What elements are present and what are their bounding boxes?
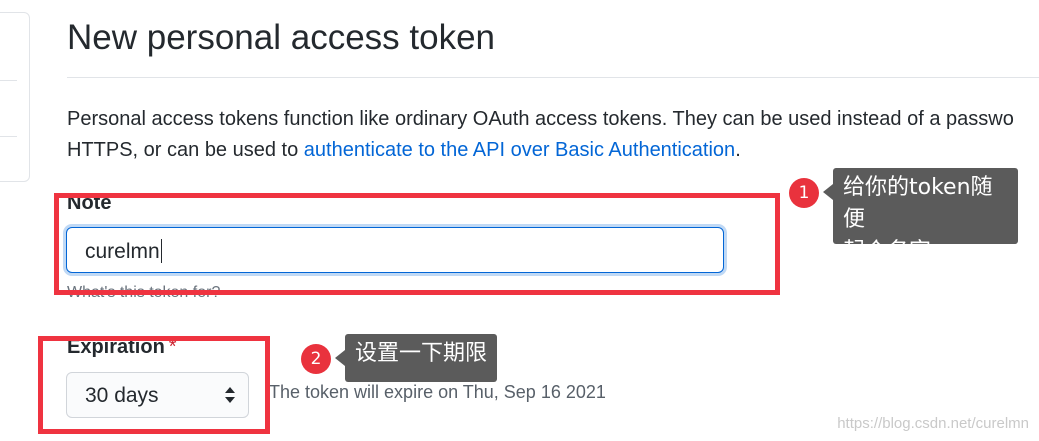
annotation-callout-2: 设置一下期限 bbox=[334, 334, 498, 382]
expiration-highlight-box bbox=[38, 336, 270, 434]
page-description: Personal access tokens function like ord… bbox=[67, 104, 1039, 166]
description-suffix: . bbox=[735, 139, 741, 161]
callout-1-line-1: 给你的token随便 bbox=[843, 175, 993, 232]
page-title: New personal access token bbox=[67, 18, 495, 57]
callout-1-line-2: 起个名字 bbox=[843, 239, 932, 264]
title-divider bbox=[67, 77, 1039, 78]
sidebar-panel bbox=[0, 12, 30, 182]
description-prefix: HTTPS, or can be used to bbox=[67, 139, 304, 161]
annotation-badge-2: 2 bbox=[301, 344, 331, 374]
expiration-info: The token will expire on Thu, Sep 16 202… bbox=[269, 382, 606, 402]
note-highlight-box bbox=[54, 193, 780, 295]
description-line-1: Personal access tokens function like ord… bbox=[67, 108, 1014, 130]
sidebar-divider bbox=[0, 136, 17, 137]
sidebar-divider bbox=[0, 80, 17, 81]
watermark: https://blog.csdn.net/curelmn bbox=[837, 415, 1029, 432]
basic-auth-link[interactable]: authenticate to the API over Basic Authe… bbox=[304, 139, 735, 161]
description-line-2: HTTPS, or can be used to authenticate to… bbox=[67, 135, 1039, 166]
annotation-badge-1: 1 bbox=[789, 178, 819, 208]
annotation-callout-1: 给你的token随便 起个名字 bbox=[823, 168, 1018, 264]
